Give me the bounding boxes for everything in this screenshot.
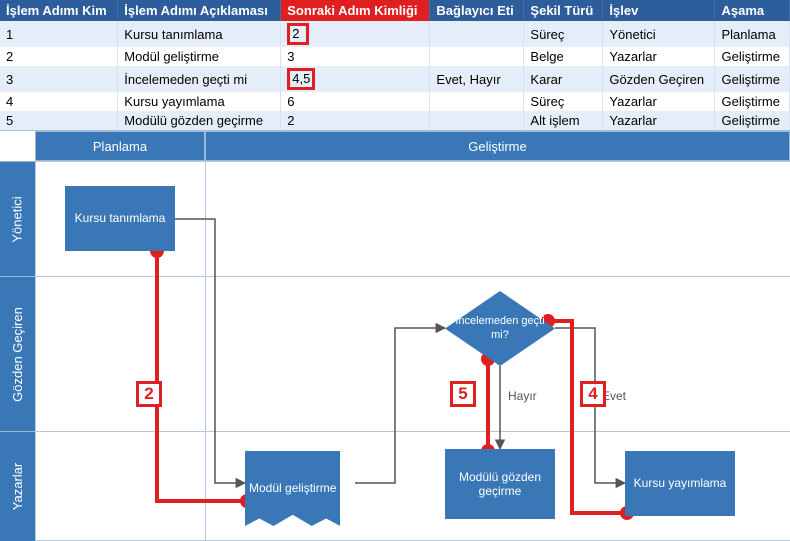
annotation-4: 4 xyxy=(580,381,606,407)
cell-step-desc: Kursu yayımlama xyxy=(118,92,281,111)
table-row: 5Modülü gözden geçirme2 Alt işlemYazarlar… xyxy=(0,111,790,130)
next-step-highlight: 2 xyxy=(287,23,309,45)
cell-shape: Alt işlem xyxy=(524,111,603,130)
cell-phase: Planlama xyxy=(715,21,790,47)
cell-connector xyxy=(430,47,524,66)
cell-function: Yönetici xyxy=(603,21,715,47)
col-shape-type: Şekil Türü xyxy=(524,0,603,21)
cell-step-id: 1 xyxy=(0,21,118,47)
cell-step-id: 2 xyxy=(0,47,118,66)
cell-step-desc: Modül geliştirme xyxy=(118,47,281,66)
cell-connector xyxy=(430,111,524,130)
cell-shape: Karar xyxy=(524,66,603,92)
cell-step-desc: Modülü gözden geçirme xyxy=(118,111,281,130)
lane-writers: Yazarlar xyxy=(0,431,35,541)
lane-manager: Yönetici xyxy=(0,161,35,276)
col-next-step: Sonraki Adım Kimliği xyxy=(281,0,430,21)
cell-next-step: 3 xyxy=(281,47,430,66)
cell-function: Gözden Geçiren xyxy=(603,66,715,92)
cell-step-id: 3 xyxy=(0,66,118,92)
phase-planning: Planlama xyxy=(35,131,205,161)
cell-step-desc: İncelemeden geçti mi xyxy=(118,66,281,92)
col-step-id: İşlem Adımı Kim xyxy=(0,0,118,21)
shape-review-module: Modülü gözden geçirme xyxy=(445,449,555,519)
cell-next-step: 4,5 xyxy=(281,66,430,92)
step-table: İşlem Adımı Kim İşlem Adımı Açıklaması S… xyxy=(0,0,790,130)
cell-step-id: 5 xyxy=(0,111,118,130)
table-row: 4Kursu yayımlama6 SüreçYazarlarGeliştirme xyxy=(0,92,790,111)
cell-shape: Belge xyxy=(524,47,603,66)
cell-phase: Geliştirme xyxy=(715,47,790,66)
cell-next-step: 6 xyxy=(281,92,430,111)
table-row: 2Modül geliştirme3 BelgeYazarlarGeliştirm… xyxy=(0,47,790,66)
table-row: 3İncelemeden geçti mi 4,5 Evet, HayırKarar… xyxy=(0,66,790,92)
col-function: İşlev xyxy=(603,0,715,21)
annotation-2: 2 xyxy=(136,381,162,407)
cell-step-desc: Kursu tanımlama xyxy=(118,21,281,47)
next-step-highlight: 4,5 xyxy=(287,68,315,90)
shape-define-course: Kursu tanımlama xyxy=(65,186,175,251)
cell-shape: Süreç xyxy=(524,21,603,47)
cell-function: Yazarlar xyxy=(603,92,715,111)
shape-publish-course: Kursu yayımlama xyxy=(625,451,735,516)
shape-develop-module: Modül geliştirme xyxy=(245,451,340,526)
cell-function: Yazarlar xyxy=(603,47,715,66)
cell-phase: Geliştirme xyxy=(715,111,790,130)
col-phase: Aşama xyxy=(715,0,790,21)
cell-phase: Geliştirme xyxy=(715,92,790,111)
phase-development: Geliştirme xyxy=(205,131,790,161)
col-connector: Bağlayıcı Eti xyxy=(430,0,524,21)
cell-function: Yazarlar xyxy=(603,111,715,130)
edge-label-no: Hayır xyxy=(508,389,537,403)
cell-connector: Evet, Hayır xyxy=(430,66,524,92)
cell-next-step: 2 xyxy=(281,21,430,47)
cell-step-id: 4 xyxy=(0,92,118,111)
swimlane-diagram: Planlama Geliştirme Yönetici Gözden Geçi… xyxy=(0,130,790,540)
cell-next-step: 2 xyxy=(281,111,430,130)
shape-passed-review: İncelemeden geçti mi? xyxy=(445,291,555,366)
cell-phase: Geliştirme xyxy=(715,66,790,92)
cell-connector xyxy=(430,92,524,111)
cell-shape: Süreç xyxy=(524,92,603,111)
cell-connector xyxy=(430,21,524,47)
lane-reviewer: Gözden Geçiren xyxy=(0,276,35,431)
annotation-5: 5 xyxy=(450,381,476,407)
col-step-desc: İşlem Adımı Açıklaması xyxy=(118,0,281,21)
table-row: 1Kursu tanımlama 2 SüreçYöneticiPlanlama xyxy=(0,21,790,47)
